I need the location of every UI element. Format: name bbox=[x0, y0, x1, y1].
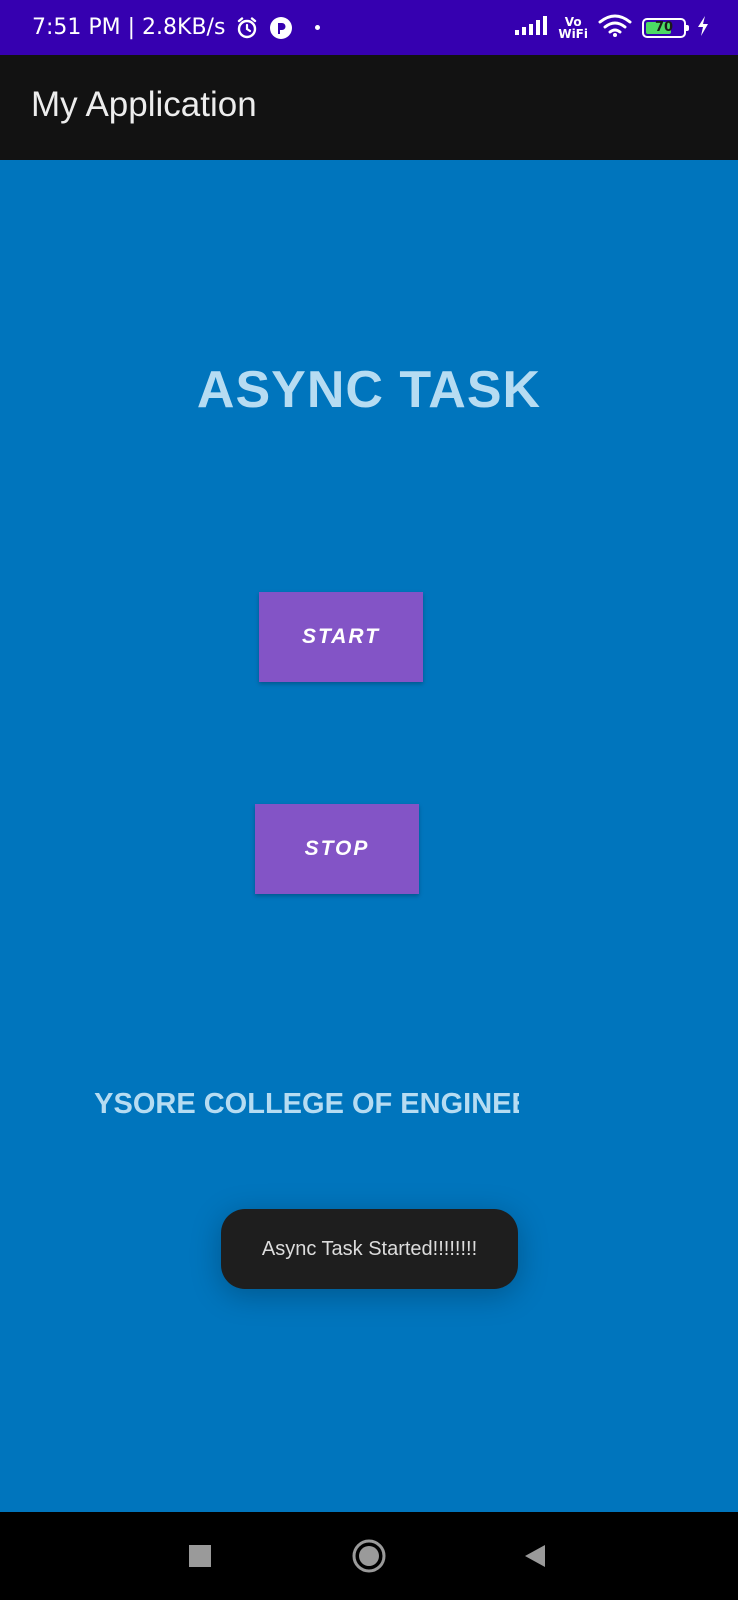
toast-message: Async Task Started!!!!!!!! bbox=[221, 1209, 518, 1289]
signal-icon bbox=[514, 15, 548, 41]
wifi-icon bbox=[598, 14, 632, 42]
app-bar: My Application bbox=[0, 55, 738, 160]
main-content: ASYNC TASK START STOP MYSORE COLLEGE OF … bbox=[0, 160, 738, 1512]
marquee-container: MYSORE COLLEGE OF ENGINEERING bbox=[94, 1080, 519, 1130]
app-title: My Application bbox=[31, 85, 257, 124]
recent-apps-icon bbox=[189, 1545, 211, 1567]
battery-level: 70 bbox=[654, 19, 674, 35]
home-icon bbox=[352, 1539, 386, 1573]
page-heading: ASYNC TASK bbox=[196, 361, 542, 419]
back-icon bbox=[525, 1545, 545, 1567]
battery-icon: 70 bbox=[642, 17, 689, 38]
stop-button[interactable]: STOP bbox=[255, 804, 419, 894]
alarm-icon bbox=[235, 16, 259, 40]
app-notification-icon bbox=[269, 16, 293, 40]
status-time-speed: 7:51 PM | 2.8KB/s bbox=[32, 15, 226, 40]
wifi-label: WiFi bbox=[558, 26, 588, 41]
recent-apps-button[interactable] bbox=[160, 1512, 240, 1600]
navigation-bar bbox=[0, 1512, 738, 1600]
charging-icon bbox=[696, 15, 710, 41]
start-button[interactable]: START bbox=[259, 592, 423, 682]
back-button[interactable] bbox=[495, 1512, 575, 1600]
marquee-text: MYSORE COLLEGE OF ENGINEERING bbox=[94, 1088, 519, 1120]
notification-dot bbox=[315, 25, 321, 30]
vowifi-indicator: Vo WiFi bbox=[558, 16, 588, 40]
status-right: Vo WiFi 70 bbox=[514, 0, 710, 55]
vo-label: Vo bbox=[564, 14, 582, 29]
status-bar: 7:51 PM | 2.8KB/s Vo WiFi 70 bbox=[0, 0, 738, 55]
home-button[interactable] bbox=[329, 1512, 409, 1600]
battery-tip bbox=[686, 24, 689, 31]
status-left: 7:51 PM | 2.8KB/s bbox=[32, 0, 321, 55]
